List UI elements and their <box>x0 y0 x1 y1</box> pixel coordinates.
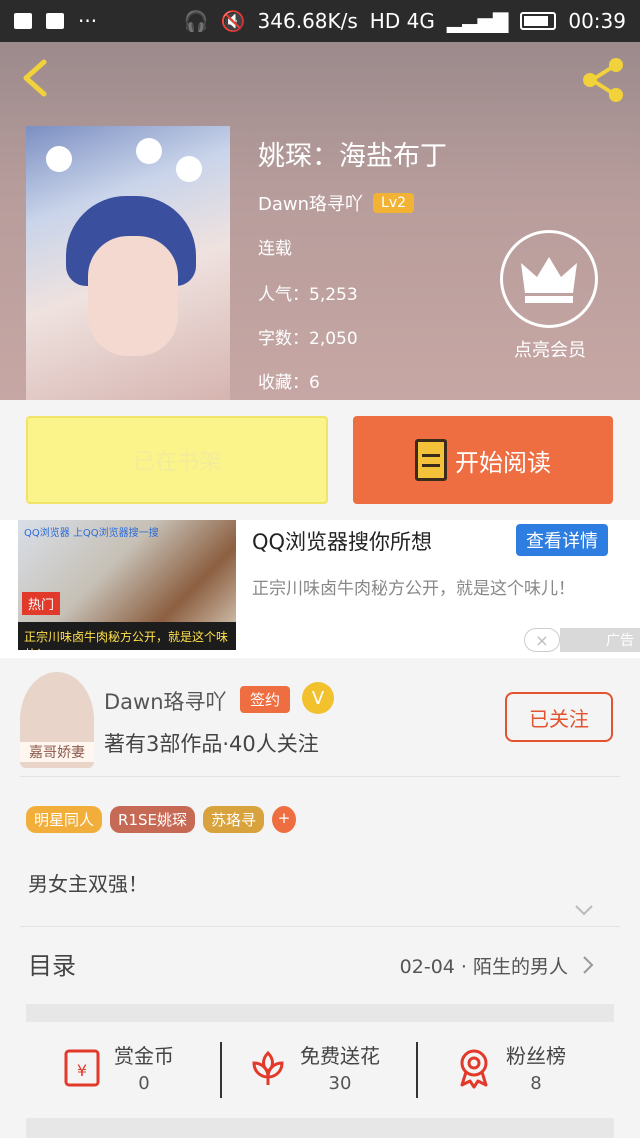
ad-title[interactable]: QQ浏览器搜你所想 <box>252 526 432 556</box>
mute-icon: 🔇 <box>220 9 246 33</box>
cover-figure-face <box>88 236 178 356</box>
network-speed: 346.68K/s <box>257 9 358 33</box>
tag-item[interactable]: 明星同人 <box>26 806 103 833</box>
send-flower-button[interactable]: 免费送花 30 <box>246 1040 380 1094</box>
verified-icon: V <box>302 682 334 714</box>
tag-item[interactable]: 苏珞寻 <box>202 806 264 833</box>
latest-chapter[interactable]: 02-04 · 陌生的男人 <box>400 952 568 979</box>
apps-icon <box>46 13 64 29</box>
ad-image[interactable]: QQ浏览器 上QQ浏览器搜一搜 热门 正宗川味卤牛肉秘方公开，就是这个味儿！ <box>18 520 236 650</box>
svg-text:¥: ¥ <box>77 1061 87 1080</box>
signal-icon: ▂▃▅▇ <box>446 9 509 33</box>
chevron-down-icon[interactable] <box>574 900 594 920</box>
flower-icon <box>252 1050 284 1085</box>
book-title: 姚琛：海盐布丁 <box>258 141 447 172</box>
author-name[interactable]: Dawn珞寻吖 <box>104 686 227 716</box>
ad-close-button[interactable]: × <box>524 628 560 652</box>
share-button[interactable] <box>578 56 628 104</box>
signed-badge: 签约 <box>240 686 291 713</box>
chevron-right-icon[interactable] <box>578 954 598 976</box>
ad-hot-badge: 热门 <box>22 592 61 615</box>
battery-icon <box>520 12 557 30</box>
author-works: 著有3部作品·40人关注 <box>104 732 319 756</box>
fan-ranking-count: 8 <box>530 1073 542 1094</box>
crown-icon <box>521 257 577 303</box>
book-header: 姚琛：海盐布丁 Dawn珞寻吖 Lv2 连载 人气：5,253 字数：2,050… <box>0 42 640 400</box>
cover-flower <box>46 146 72 172</box>
vip-label[interactable]: 点亮会员 <box>498 336 602 362</box>
send-flower-label: 免费送花 <box>300 1044 380 1068</box>
serial-status: 连载 <box>258 239 292 259</box>
reward-coins-button[interactable]: ¥ 赏金币 0 <box>60 1040 174 1094</box>
send-flower-count: 30 <box>328 1073 352 1094</box>
cover-flower <box>176 156 202 182</box>
bottom-actions: ¥ 赏金币 0 免费送花 30 粉丝榜 8 <box>0 1022 640 1138</box>
divider <box>20 926 620 927</box>
back-arrow-icon <box>23 59 47 97</box>
toc-label[interactable]: 目录 <box>28 946 76 981</box>
network-type: HD 4G <box>369 9 435 33</box>
start-reading-label: 开始阅读 <box>455 448 551 477</box>
tag-item[interactable]: R1SE姚琛 <box>110 806 195 833</box>
author-line: Dawn珞寻吖 Lv2 <box>258 190 415 216</box>
more-icon: ··· <box>78 9 98 33</box>
book-icon <box>415 439 447 481</box>
favorites-count: 收藏：6 <box>258 373 320 393</box>
ad-banner[interactable]: QQ浏览器 上QQ浏览器搜一搜 热门 正宗川味卤牛肉秘方公开，就是这个味儿！ Q… <box>0 520 640 658</box>
fan-ranking-button[interactable]: 粉丝榜 8 <box>452 1040 566 1094</box>
bottom-separator <box>26 1118 614 1138</box>
divider <box>20 776 620 777</box>
popularity: 人气：5,253 <box>258 285 358 305</box>
add-tag-button[interactable]: + <box>272 806 296 833</box>
fan-ranking-label: 粉丝榜 <box>506 1044 566 1068</box>
ad-description: 正宗川味卤牛肉秘方公开，就是这个味儿！ <box>252 579 575 599</box>
ad-details-button[interactable]: 查看详情 <box>516 524 608 556</box>
section-separator <box>26 1004 614 1022</box>
red-envelope-icon: ¥ <box>64 1049 100 1087</box>
start-reading-button[interactable]: 开始阅读 <box>353 416 613 504</box>
in-bookshelf-label: 已在书架 <box>132 450 221 475</box>
reward-coins-label: 赏金币 <box>114 1044 174 1068</box>
in-bookshelf-button[interactable]: 已在书架 <box>26 416 328 504</box>
vip-button[interactable] <box>500 230 598 328</box>
word-count: 字数：2,050 <box>258 329 358 349</box>
divider <box>220 1042 222 1098</box>
divider <box>416 1042 418 1098</box>
status-bar: ··· 🎧 🔇 346.68K/s HD 4G ▂▃▅▇ 00:39 <box>0 0 640 42</box>
book-cover[interactable] <box>26 126 230 400</box>
gallery-icon <box>14 13 32 29</box>
reward-coins-count: 0 <box>138 1073 150 1094</box>
medal-icon <box>460 1049 488 1089</box>
level-badge: Lv2 <box>373 193 415 213</box>
back-button[interactable] <box>16 56 56 100</box>
author-name[interactable]: Dawn珞寻吖 <box>258 190 363 216</box>
cover-flower <box>136 138 162 164</box>
ad-image-caption: 正宗川味卤牛肉秘方公开，就是这个味儿！ <box>18 622 236 650</box>
share-icon <box>583 58 623 102</box>
headphones-icon: 🎧 <box>183 9 209 33</box>
follow-button[interactable]: 已关注 <box>505 692 613 742</box>
clock: 00:39 <box>568 9 626 33</box>
author-card: 嘉哥娇妻 Dawn珞寻吖 签约 V 著有3部作品·40人关注 已关注 明星同人 … <box>0 658 640 998</box>
ad-tag: 广告 <box>560 628 640 652</box>
tag-list: 明星同人 R1SE姚琛 苏珞寻 + <box>26 806 296 833</box>
avatar-caption: 嘉哥娇妻 <box>20 742 94 762</box>
ad-image-brand: QQ浏览器 上QQ浏览器搜一搜 <box>24 528 159 539</box>
book-summary[interactable]: 男女主双强！ <box>28 868 148 897</box>
